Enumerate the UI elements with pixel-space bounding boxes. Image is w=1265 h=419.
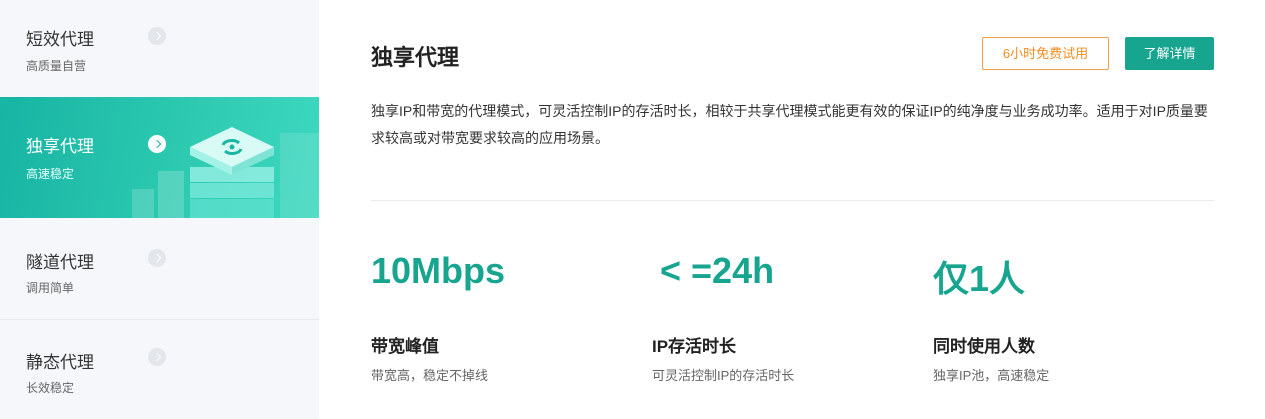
sidebar-item-subtitle: 高质量自营 bbox=[26, 59, 87, 73]
server-stack-icon bbox=[132, 127, 319, 218]
sidebar-item-title: 独享代理 bbox=[26, 137, 94, 156]
sidebar-item-static-proxy[interactable]: 静态代理 长效稳定 bbox=[0, 320, 319, 419]
sidebar-item-subtitle: 长效稳定 bbox=[26, 381, 75, 395]
sidebar-item-title: 隧道代理 bbox=[26, 253, 94, 272]
stat-label-bandwidth: 带宽峰值 bbox=[371, 337, 439, 356]
stat-subtext-bandwidth: 带宽高，稳定不掉线 bbox=[371, 368, 489, 383]
stat-subtext-ip-lifetime: 可灵活控制IP的存活时长 bbox=[652, 368, 795, 383]
stat-label-concurrent-users: 同时使用人数 bbox=[933, 337, 1035, 356]
stat-value-ip-lifetime: < =24h bbox=[660, 250, 775, 291]
sidebar-item-title: 短效代理 bbox=[26, 30, 94, 49]
page-title: 独享代理 bbox=[371, 45, 460, 70]
learn-more-button[interactable]: 了解详情 bbox=[1125, 37, 1214, 70]
sidebar-item-tunnel-proxy[interactable]: 隧道代理 调用简单 bbox=[0, 218, 319, 319]
chevron-right-icon bbox=[148, 348, 166, 366]
sidebar-item-subtitle: 高速稳定 bbox=[26, 167, 75, 181]
sidebar: 短效代理 高质量自营 独享代理 高速稳定 隧道代理 调用简单 静态代理 长效稳定 bbox=[0, 0, 319, 419]
sidebar-item-short-proxy[interactable]: 短效代理 高质量自营 bbox=[0, 0, 319, 97]
product-description: 独享IP和带宽的代理模式，可灵活控制IP的存活时长，相较于共享代理模式能更有效的… bbox=[371, 103, 1208, 146]
chevron-right-icon bbox=[148, 135, 166, 153]
sidebar-item-subtitle: 调用简单 bbox=[26, 281, 75, 295]
stat-subtext-concurrent-users: 独享IP池，高速稳定 bbox=[933, 368, 1050, 383]
sidebar-item-exclusive-proxy[interactable]: 独享代理 高速稳定 bbox=[0, 97, 319, 218]
stat-value-bandwidth: 10Mbps bbox=[371, 250, 506, 291]
stat-value-concurrent-users: 仅1人 bbox=[933, 258, 1026, 299]
free-trial-button[interactable]: 6小时免费试用 bbox=[982, 37, 1109, 70]
chevron-right-icon bbox=[148, 249, 166, 267]
stat-label-ip-lifetime: IP存活时长 bbox=[652, 337, 737, 356]
sidebar-item-title: 静态代理 bbox=[26, 353, 94, 372]
section-divider bbox=[371, 200, 1214, 201]
chevron-right-icon bbox=[148, 27, 166, 45]
